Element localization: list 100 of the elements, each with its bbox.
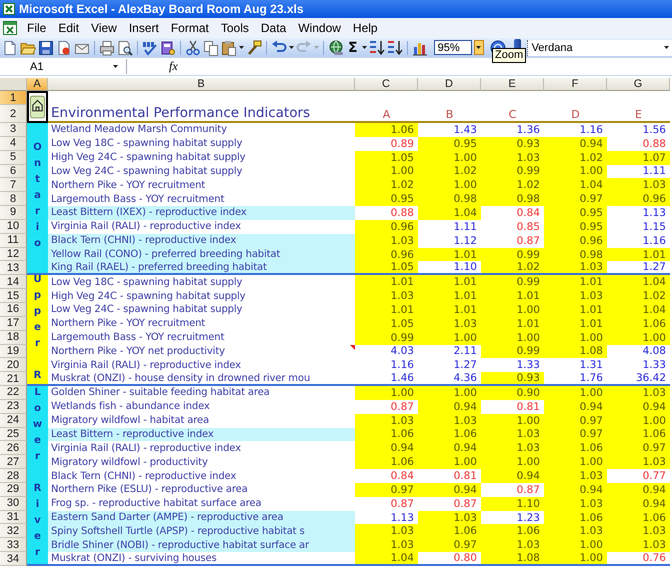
table-cell: 0.94 (544, 136, 607, 151)
menu-item[interactable]: Tools (214, 20, 255, 36)
row-header[interactable]: 17 (0, 316, 27, 331)
menu-item[interactable]: Data (254, 20, 292, 36)
row-header[interactable]: 13 (0, 261, 27, 276)
menu-item[interactable]: File (21, 20, 52, 36)
table-cell: 1.06 (544, 510, 607, 524)
row-header[interactable]: 21 (0, 372, 27, 386)
table-cell: 0.96 (544, 234, 607, 248)
row-header[interactable]: 12 (0, 248, 27, 262)
menu-item[interactable]: Edit (52, 20, 86, 36)
table-cell: 1.01 (355, 302, 418, 317)
caret-icon[interactable] (362, 46, 367, 49)
row-header[interactable]: 5 (0, 150, 27, 165)
table-cell: 1.00 (544, 386, 607, 400)
row-header[interactable]: 19 (0, 344, 27, 358)
save-icon[interactable] (38, 40, 54, 56)
row-header[interactable]: 32 (0, 524, 27, 538)
table-cell: 1.01 (481, 316, 544, 331)
row-header[interactable]: 23 (0, 400, 27, 414)
row-header[interactable]: 7 (0, 178, 27, 192)
font-field[interactable]: Verdana (526, 40, 672, 56)
print-preview-icon[interactable] (117, 40, 133, 56)
menu-item[interactable]: Insert (122, 20, 165, 36)
table-cell: 0.95 (544, 206, 607, 220)
menu-item[interactable]: View (85, 20, 123, 36)
zoom-field[interactable]: 95% (434, 40, 472, 55)
row-header[interactable]: 20 (0, 358, 27, 372)
cut-icon[interactable] (185, 40, 201, 56)
row-header[interactable]: 24 (0, 414, 27, 428)
caret-icon[interactable] (289, 46, 294, 49)
row-header[interactable]: 2 (0, 105, 27, 123)
format-painter-icon[interactable] (246, 40, 262, 56)
caret-icon[interactable] (664, 46, 669, 49)
table-cell: 1.03 (607, 538, 670, 552)
row-header[interactable]: 16 (0, 302, 27, 317)
spelling-icon[interactable] (142, 40, 158, 56)
sort-ascending-icon[interactable] (368, 40, 385, 56)
copy-icon[interactable] (203, 40, 219, 56)
menu-item[interactable]: Format (164, 20, 215, 36)
caret-icon[interactable] (476, 46, 482, 49)
spreadsheet-icon[interactable] (3, 21, 17, 35)
table-cell: 1.00 (418, 150, 481, 165)
row-header[interactable]: 6 (0, 164, 27, 178)
column-header[interactable]: E (481, 78, 544, 91)
row-header[interactable]: 11 (0, 234, 27, 248)
research-icon[interactable] (160, 40, 176, 56)
table-cell: 1.00 (481, 455, 544, 470)
row-header[interactable]: 1 (0, 91, 27, 105)
caret-icon[interactable] (239, 46, 244, 49)
row-header[interactable]: 4 (0, 136, 27, 151)
row-header[interactable]: 27 (0, 455, 27, 470)
insert-function-button[interactable]: fx (169, 59, 183, 74)
row-header[interactable]: 22 (0, 386, 27, 400)
column-header[interactable]: F (544, 78, 607, 91)
selected-cell[interactable] (27, 91, 48, 123)
row-header[interactable]: 10 (0, 220, 27, 234)
column-header[interactable]: D (418, 78, 481, 91)
row-header[interactable]: 26 (0, 441, 27, 456)
zoom-dropdown-button[interactable] (474, 40, 484, 55)
autosum-button[interactable]: Σ (346, 40, 360, 56)
caret-icon[interactable] (113, 65, 118, 68)
new-document-icon[interactable] (2, 40, 18, 56)
row-header[interactable]: 30 (0, 496, 27, 511)
table-cell: 1.03 (481, 538, 544, 552)
row-header[interactable]: 33 (0, 538, 27, 552)
name-box[interactable]: A1 (0, 59, 127, 74)
menu-item[interactable]: Help (346, 20, 384, 36)
table-cell: 1.04 (607, 302, 670, 317)
row-header[interactable]: 9 (0, 206, 27, 220)
table-cell: 0.97 (418, 538, 481, 552)
paste-icon[interactable] (221, 40, 237, 56)
row-header[interactable]: 18 (0, 330, 27, 344)
house-icon[interactable] (30, 95, 45, 119)
table-cell: 1.06 (607, 510, 670, 524)
row-header[interactable]: 15 (0, 289, 27, 303)
table-cell: 1.03 (544, 261, 607, 276)
hyperlink-icon[interactable] (328, 40, 344, 56)
table-cell: 0.94 (607, 482, 670, 497)
row-header[interactable]: 31 (0, 510, 27, 524)
column-header[interactable]: G (607, 78, 670, 91)
print-icon[interactable] (99, 40, 115, 56)
row-header[interactable]: 28 (0, 469, 27, 483)
table-cell: 0.96 (355, 248, 418, 262)
sort-descending-icon[interactable] (386, 40, 403, 56)
row-header[interactable]: 8 (0, 192, 27, 206)
row-header[interactable]: 3 (0, 123, 27, 137)
table-cell: Muskrat (ONZI) - surviving houses (48, 552, 355, 566)
column-header[interactable]: B (48, 78, 355, 91)
table-cell: 0.94 (418, 482, 481, 497)
column-header[interactable]: A (27, 78, 48, 91)
table-cell: 0.98 (544, 248, 607, 262)
table-cell: 1.00 (481, 414, 544, 428)
row-header[interactable]: 14 (0, 275, 27, 290)
menu-item[interactable]: Window (292, 20, 347, 36)
row-header[interactable]: 34 (0, 552, 27, 566)
column-header[interactable]: C (355, 78, 418, 91)
permission-icon[interactable] (56, 40, 72, 56)
row-header[interactable]: 29 (0, 482, 27, 497)
row-header[interactable]: 25 (0, 428, 27, 442)
